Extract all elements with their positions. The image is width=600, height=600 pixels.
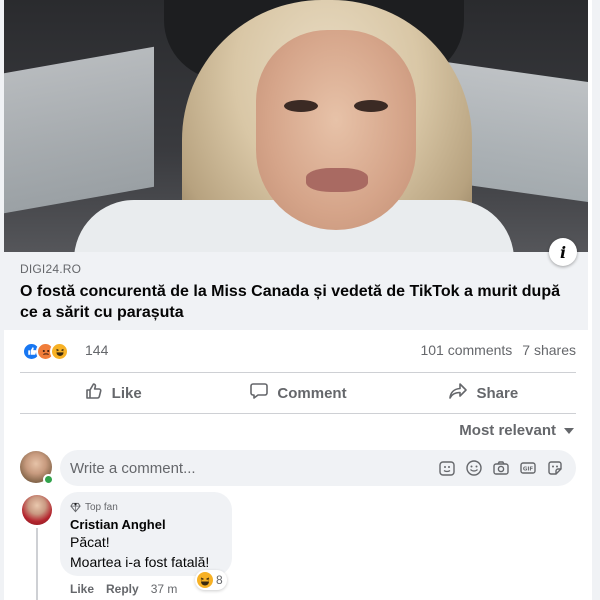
link-source: DIGI24.RO [20, 262, 82, 276]
comment-author[interactable]: Cristian Anghel [70, 517, 222, 532]
comment-reply-button[interactable]: Reply [106, 582, 139, 596]
like-button[interactable]: Like [20, 374, 205, 412]
info-icon[interactable]: i [549, 238, 577, 266]
online-status-icon [43, 474, 54, 485]
comment-icon [249, 381, 269, 405]
comment-bubble: Top fan Cristian Anghel Păcat! Moartea i… [60, 492, 232, 576]
top-fan-badge[interactable]: Top fan [70, 500, 222, 514]
thread-line [36, 528, 38, 600]
post-image[interactable] [4, 0, 588, 252]
eye-right [354, 100, 388, 112]
caret-down-icon [564, 427, 574, 434]
comment-text-line: Păcat! [70, 534, 110, 550]
thumbs-up-icon [84, 381, 104, 405]
divider [20, 413, 576, 414]
comment-sort-dropdown[interactable]: Most relevant [459, 422, 574, 439]
comment-input[interactable]: Write a comment... GIF [60, 450, 576, 486]
share-icon [448, 381, 468, 405]
post-stats: 101 comments 7 shares [420, 342, 576, 358]
like-button-label: Like [111, 384, 142, 402]
comment-reaction-count: 8 [216, 573, 223, 587]
sort-label: Most relevant [459, 422, 556, 439]
comment-text-line: Moartea i-a fost fatală! [70, 554, 210, 570]
gif-icon[interactable]: GIF [519, 459, 537, 477]
reaction-count[interactable]: 144 [85, 342, 108, 358]
share-button-label: Share [476, 384, 519, 402]
haha-reaction-icon [50, 341, 69, 361]
avatar-sticker-icon[interactable] [438, 459, 456, 477]
composer-tools: GIF [438, 459, 576, 477]
divider [20, 372, 576, 373]
comments-count[interactable]: 101 comments [420, 342, 512, 358]
haha-reaction-icon [197, 572, 213, 588]
camera-icon[interactable] [492, 459, 510, 477]
share-button[interactable]: Share [391, 374, 576, 412]
comment-like-button[interactable]: Like [70, 582, 94, 596]
reaction-icons[interactable] [22, 341, 69, 361]
post-actions: Like Comment Share [20, 374, 576, 412]
shares-count[interactable]: 7 shares [522, 342, 576, 358]
comment-timestamp[interactable]: 37 m [151, 582, 178, 596]
comment-reactions[interactable]: 8 [195, 570, 227, 590]
lips [306, 168, 368, 192]
car-window-left [4, 46, 154, 214]
svg-text:GIF: GIF [523, 467, 534, 473]
commenter-avatar[interactable] [22, 495, 52, 525]
comment-button-label: Comment [277, 384, 347, 402]
emoji-icon[interactable] [465, 459, 483, 477]
eye-left [284, 100, 318, 112]
link-headline[interactable]: O fostă concurentă de la Miss Canada și … [20, 281, 580, 323]
sticker-icon[interactable] [546, 459, 564, 477]
comment-input-placeholder: Write a comment... [70, 459, 196, 477]
top-fan-label: Top fan [85, 501, 118, 513]
person-face [256, 30, 416, 230]
diamond-icon [70, 502, 81, 512]
comment-actions: Like Reply 37 m [70, 582, 177, 596]
comment-button[interactable]: Comment [205, 374, 390, 412]
